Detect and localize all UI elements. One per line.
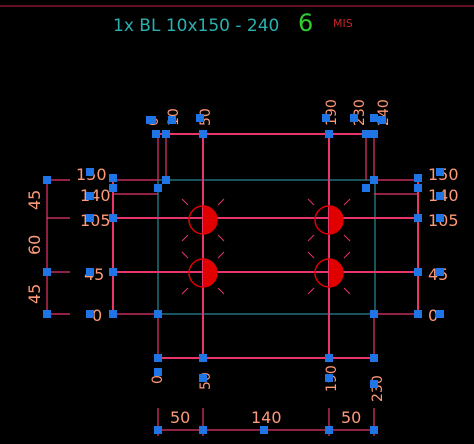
grip-handle[interactable] <box>43 310 51 318</box>
grip-handle[interactable] <box>325 374 333 382</box>
grip-handle[interactable] <box>370 176 378 184</box>
unit-label: MIS <box>333 17 353 30</box>
grip-handle[interactable] <box>154 354 162 362</box>
grip-handle[interactable] <box>162 176 170 184</box>
right-level-labels: 150 140 105 45 0 <box>428 165 459 325</box>
grip-handle[interactable] <box>370 310 378 318</box>
grip-handle[interactable] <box>168 116 176 124</box>
bottom-dim-0: 0 <box>150 375 166 384</box>
grip-handle[interactable] <box>109 310 117 318</box>
grip-handle[interactable] <box>86 214 94 222</box>
left-chain-dimension <box>46 179 70 315</box>
bottom-chain-50-left: 50 <box>170 408 190 427</box>
grip-handle[interactable] <box>362 130 370 138</box>
grip-handle[interactable] <box>370 426 378 434</box>
bottom-chain-140: 140 <box>251 408 282 427</box>
grip-handle[interactable] <box>436 310 444 318</box>
grip-handle[interactable] <box>109 214 117 222</box>
left-level-labels: 150 140 105 45 0 <box>76 165 111 325</box>
grip-handle[interactable] <box>154 310 162 318</box>
grip-handle[interactable] <box>414 310 422 318</box>
anchor-marker[interactable] <box>181 198 225 242</box>
grip-handle[interactable] <box>109 184 117 192</box>
grip-handle[interactable] <box>146 116 154 124</box>
reinforcement-frame <box>112 133 419 359</box>
bottom-dimension-labels: 0 50 190 230 <box>150 365 386 402</box>
grip-handle[interactable] <box>86 268 94 276</box>
grip-handle[interactable] <box>162 130 170 138</box>
grip-handle[interactable] <box>199 130 207 138</box>
grip-handle[interactable] <box>199 426 207 434</box>
grip-handle[interactable] <box>109 268 117 276</box>
grip-handle[interactable] <box>414 184 422 192</box>
grip-handle[interactable] <box>152 130 160 138</box>
left-chain-45-bottom: 45 <box>25 284 44 304</box>
grip-handle[interactable] <box>154 426 162 434</box>
grip-handle[interactable] <box>436 192 444 200</box>
cad-drawing-canvas[interactable]: 1x BL 10x150 - 240 6 MIS 50 190 230 240 … <box>0 0 474 444</box>
anchor-marker[interactable] <box>307 198 351 242</box>
left-chain-60: 60 <box>25 235 44 255</box>
grip-handle[interactable] <box>154 184 162 192</box>
bottom-chain-50-right: 50 <box>341 408 361 427</box>
grip-handle[interactable] <box>154 368 162 376</box>
left-level-105: 105 <box>80 211 111 230</box>
grip-handle[interactable] <box>325 354 333 362</box>
grip-handle[interactable] <box>109 174 117 182</box>
grip-handle[interactable] <box>199 354 207 362</box>
grip-handle[interactable] <box>43 268 51 276</box>
grip-handle[interactable] <box>370 114 378 122</box>
grip-handle[interactable] <box>43 176 51 184</box>
bottom-dim-230: 230 <box>370 375 386 402</box>
left-chain-labels: 45 60 45 <box>25 190 44 304</box>
bottom-chain-labels: 50 140 50 <box>170 408 361 427</box>
grip-handle[interactable] <box>86 192 94 200</box>
grip-handle[interactable] <box>322 114 330 122</box>
grip-handle[interactable] <box>260 426 268 434</box>
quantity-count: 6 <box>298 9 313 37</box>
grip-handle[interactable] <box>436 168 444 176</box>
grip-handle[interactable] <box>436 268 444 276</box>
grip-handle[interactable] <box>86 310 94 318</box>
grip-handle[interactable] <box>378 116 386 124</box>
plate-title: 1x BL 10x150 - 240 <box>113 16 279 36</box>
grip-handle[interactable] <box>199 374 207 382</box>
anchor-marker[interactable] <box>181 251 225 295</box>
grip-handle[interactable] <box>414 174 422 182</box>
left-level-140: 140 <box>80 186 111 205</box>
grip-handle[interactable] <box>362 184 370 192</box>
grip-handle[interactable] <box>325 426 333 434</box>
left-chain-45-top: 45 <box>25 190 44 210</box>
anchor-marker[interactable] <box>307 251 351 295</box>
grip-handle[interactable] <box>370 354 378 362</box>
grip-handle[interactable] <box>436 214 444 222</box>
plate-outline <box>157 179 376 315</box>
grip-handle[interactable] <box>370 130 378 138</box>
grip-handle[interactable] <box>370 380 378 388</box>
grip-handle[interactable] <box>196 114 204 122</box>
grip-handle[interactable] <box>414 268 422 276</box>
grip-handle[interactable] <box>325 130 333 138</box>
grip-handle[interactable] <box>350 114 358 122</box>
grip-handle[interactable] <box>414 214 422 222</box>
grip-handle[interactable] <box>86 168 94 176</box>
